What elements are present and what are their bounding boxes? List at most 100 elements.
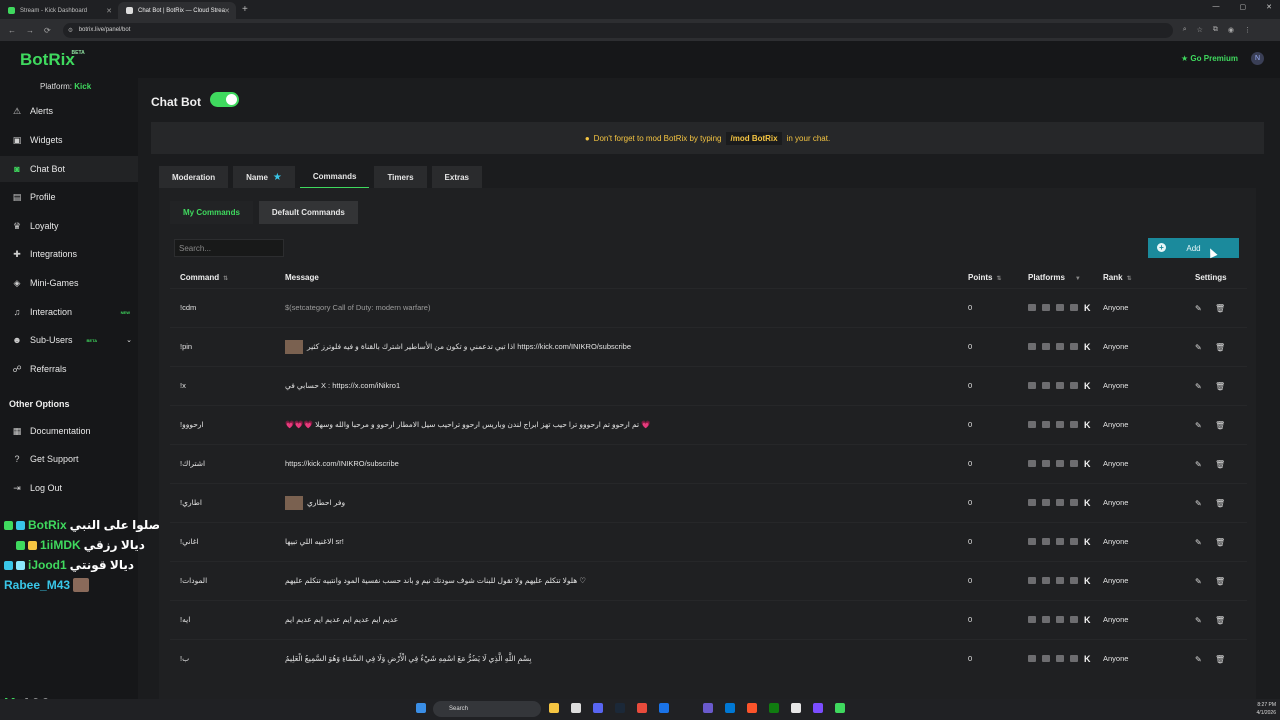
go-premium-button[interactable]: ★ Go Premium: [1181, 54, 1238, 63]
trash-icon[interactable]: 🗑: [1215, 499, 1225, 508]
trash-icon[interactable]: 🗑: [1215, 343, 1225, 352]
chrome-icon[interactable]: [637, 703, 647, 713]
app-icon[interactable]: [791, 703, 801, 713]
sort-icon[interactable]: ⇅: [996, 276, 1001, 282]
close-tab-icon[interactable]: ✕: [224, 7, 230, 15]
tab-commands[interactable]: Commands: [299, 166, 370, 188]
column-platforms[interactable]: Platforms ▼: [1013, 268, 1103, 288]
edit-icon[interactable]: ✎: [1195, 421, 1203, 430]
close-tab-icon[interactable]: ✕: [106, 7, 112, 15]
platform-icon: [1070, 538, 1078, 545]
bookmark-icon[interactable]: ☆: [1197, 26, 1203, 34]
site-info-icon[interactable]: ⚙: [68, 27, 73, 34]
forward-icon[interactable]: →: [26, 26, 34, 35]
chat-bot-toggle[interactable]: [210, 92, 239, 107]
sidebar-item-referrals[interactable]: ☍ Referrals: [0, 356, 138, 382]
sidebar-item-loyalty[interactable]: ♛ Loyalty: [0, 213, 138, 239]
platform-icon: [1056, 382, 1064, 389]
column-message: Message: [275, 268, 958, 288]
new-tab-icon[interactable]: +: [242, 4, 248, 15]
column-command[interactable]: Command ⇅: [170, 268, 275, 288]
brave-icon[interactable]: [747, 703, 757, 713]
search-input[interactable]: Search...: [174, 239, 284, 257]
platform-icon: [1028, 577, 1036, 584]
browser-tab-botrix[interactable]: Chat Bot | BotRix — Cloud Strea ✕: [118, 2, 236, 19]
profile-icon[interactable]: ◉: [1228, 26, 1234, 34]
sort-icon[interactable]: ⇅: [1127, 276, 1132, 282]
trash-icon[interactable]: 🗑: [1215, 421, 1225, 430]
extensions-icon[interactable]: ⧉: [1213, 26, 1218, 34]
app-icon[interactable]: [571, 703, 581, 713]
app-icon[interactable]: [813, 703, 823, 713]
sidebar-item-chat-bot[interactable]: ◙ Chat Bot: [0, 156, 138, 182]
discord-icon[interactable]: [593, 703, 603, 713]
app-icon[interactable]: [659, 703, 669, 713]
edit-icon[interactable]: ✎: [1195, 343, 1203, 352]
edit-icon[interactable]: ✎: [1195, 538, 1203, 547]
rank-cell: Anyone: [1103, 404, 1183, 444]
edit-icon[interactable]: ✎: [1195, 499, 1203, 508]
column-rank[interactable]: Rank ⇅: [1103, 268, 1183, 288]
sidebar-item-log-out[interactable]: ⇥ Log Out: [0, 475, 138, 501]
page-title: Chat Bot: [151, 95, 201, 109]
app-icon[interactable]: [725, 703, 735, 713]
platform-icon: [1056, 577, 1064, 584]
zoom-icon[interactable]: ⌕: [1183, 26, 1187, 34]
edit-icon[interactable]: ✎: [1195, 460, 1203, 469]
trash-icon[interactable]: 🗑: [1215, 655, 1225, 664]
taskbar-search[interactable]: Search: [433, 701, 541, 717]
steam-icon[interactable]: [615, 703, 625, 713]
sidebar-item-profile[interactable]: ▤ Profile: [0, 184, 138, 210]
app-icon[interactable]: [835, 703, 845, 713]
sidebar-item-alerts[interactable]: ⚠ Alerts: [0, 98, 138, 124]
sidebar-item-documentation[interactable]: ▦ Documentation: [0, 418, 138, 444]
filter-icon[interactable]: ▼: [1075, 276, 1081, 282]
taskbar-clock[interactable]: 8:27 PM 4/1/2026: [1257, 701, 1276, 717]
file-explorer-icon[interactable]: [549, 703, 559, 713]
tab-default-commands[interactable]: Default Commands: [258, 201, 358, 224]
botrix-logo[interactable]: BotRix BETA: [20, 50, 85, 70]
sidebar-item-widgets[interactable]: ▣ Widgets: [0, 127, 138, 153]
edit-icon[interactable]: ✎: [1195, 304, 1203, 313]
reload-icon[interactable]: ⟳: [44, 26, 51, 35]
user-avatar[interactable]: N: [1251, 52, 1264, 65]
sort-icon[interactable]: ⇅: [223, 276, 228, 282]
tab-moderation[interactable]: Moderation: [159, 166, 229, 188]
menu-icon[interactable]: ⋮: [1244, 26, 1251, 34]
sidebar-item-interaction[interactable]: ♫ Interaction NEW: [0, 299, 138, 325]
chat-username: BotRix: [28, 518, 67, 532]
close-window-icon[interactable]: ✕: [1266, 3, 1272, 11]
tab-name[interactable]: Name ★: [233, 166, 295, 188]
trash-icon[interactable]: 🗑: [1215, 460, 1225, 469]
sidebar-item-integrations[interactable]: ✚ Integrations: [0, 241, 138, 267]
id-card-icon: ▤: [12, 192, 22, 202]
trash-icon[interactable]: 🗑: [1215, 577, 1225, 586]
edit-icon[interactable]: ✎: [1195, 382, 1203, 391]
xbox-icon[interactable]: [769, 703, 779, 713]
column-points[interactable]: Points ⇅: [958, 268, 1013, 288]
trash-icon[interactable]: 🗑: [1215, 304, 1225, 313]
trash-icon[interactable]: 🗑: [1215, 538, 1225, 547]
app-icon[interactable]: [703, 703, 713, 713]
minimize-icon[interactable]: —: [1213, 3, 1220, 11]
add-command-button[interactable]: + Add: [1148, 238, 1239, 258]
windows-start-icon[interactable]: [416, 703, 426, 713]
chevron-down-icon[interactable]: ⌄: [126, 336, 132, 344]
points-cell: 0: [958, 443, 1013, 483]
browser-tab-kick-dashboard[interactable]: Stream - Kick Dashboard ✕: [0, 2, 118, 19]
sidebar-item-sub-users[interactable]: ☻ Sub-Users BETA ⌄: [0, 327, 138, 353]
tab-my-commands[interactable]: My Commands: [170, 201, 253, 224]
mod-reminder-banner: ● Don't forget to mod BotRix by typing /…: [151, 122, 1264, 154]
sidebar-item-mini-games[interactable]: ◈ Mini-Games: [0, 270, 138, 296]
url-field[interactable]: ⚙ botrix.live/panel/bot: [62, 22, 1173, 38]
sidebar-item-get-support[interactable]: ? Get Support: [0, 446, 138, 472]
maximize-icon[interactable]: ▢: [1240, 3, 1247, 11]
back-icon[interactable]: ←: [8, 26, 16, 35]
edit-icon[interactable]: ✎: [1195, 655, 1203, 664]
trash-icon[interactable]: 🗑: [1215, 382, 1225, 391]
edit-icon[interactable]: ✎: [1195, 616, 1203, 625]
trash-icon[interactable]: 🗑: [1215, 616, 1225, 625]
edit-icon[interactable]: ✎: [1195, 577, 1203, 586]
tab-timers[interactable]: Timers: [374, 166, 427, 188]
tab-extras[interactable]: Extras: [431, 166, 482, 188]
